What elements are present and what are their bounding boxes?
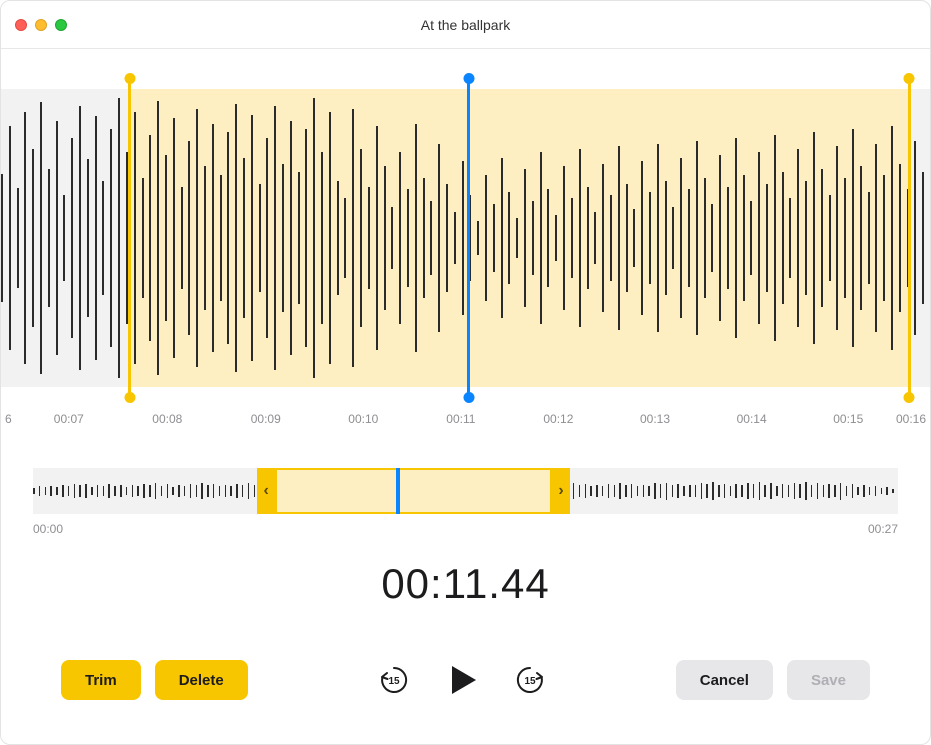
waveform-canvas <box>1 89 930 387</box>
ruler-tick: 00:16 <box>896 412 926 426</box>
time-ruler: 6 00:07 00:08 00:09 00:10 00:11 00:12 00:13 00:1… <box>1 408 930 434</box>
save-button[interactable]: Save <box>787 660 870 700</box>
trim-handle-right[interactable] <box>908 78 911 398</box>
playhead[interactable] <box>467 78 470 398</box>
overview-trim-handle-right[interactable]: › <box>552 468 570 514</box>
skip-forward-15-button[interactable]: 15 <box>514 664 546 696</box>
overview-playhead[interactable] <box>396 468 400 514</box>
window-controls <box>15 19 67 31</box>
titlebar: At the ballpark <box>1 1 930 49</box>
controls-bar: Trim Delete 15 15 Cancel Save <box>1 660 930 700</box>
ruler-tick: 00:14 <box>737 412 767 426</box>
trim-button[interactable]: Trim <box>61 660 141 700</box>
skip-forward-icon: 15 <box>514 664 546 696</box>
skip-back-icon: 15 <box>378 664 410 696</box>
ruler-tick: 00:11 <box>446 412 475 426</box>
main-waveform[interactable] <box>1 74 930 402</box>
trim-handle-left[interactable] <box>128 78 131 398</box>
overview-waveform[interactable]: ‹ › 00:00 00:27 <box>33 468 898 536</box>
overview-time-labels: 00:00 00:27 <box>33 522 898 536</box>
overview-end-time: 00:27 <box>868 522 898 536</box>
window-title: At the ballpark <box>1 17 930 33</box>
play-icon <box>444 662 480 698</box>
minimize-window-button[interactable] <box>35 19 47 31</box>
ruler-tick: 00:15 <box>833 412 863 426</box>
overview-start-time: 00:00 <box>33 522 63 536</box>
ruler-tick: 00:08 <box>152 412 182 426</box>
ruler-tick: 00:10 <box>348 412 378 426</box>
transport-controls: 15 15 <box>378 662 546 698</box>
overview-trim-handle-left[interactable]: ‹ <box>257 468 275 514</box>
overview-selection <box>275 468 552 514</box>
close-window-button[interactable] <box>15 19 27 31</box>
maximize-window-button[interactable] <box>55 19 67 31</box>
skip-back-15-button[interactable]: 15 <box>378 664 410 696</box>
current-timecode: 00:11.44 <box>1 560 930 608</box>
svg-text:15: 15 <box>388 676 400 687</box>
ruler-tick: 6 <box>5 412 12 426</box>
ruler-tick: 00:07 <box>54 412 84 426</box>
svg-text:15: 15 <box>524 676 536 687</box>
play-button[interactable] <box>444 662 480 698</box>
ruler-tick: 00:12 <box>543 412 573 426</box>
cancel-button[interactable]: Cancel <box>676 660 773 700</box>
ruler-tick: 00:13 <box>640 412 670 426</box>
ruler-tick: 00:09 <box>251 412 281 426</box>
delete-button[interactable]: Delete <box>155 660 248 700</box>
